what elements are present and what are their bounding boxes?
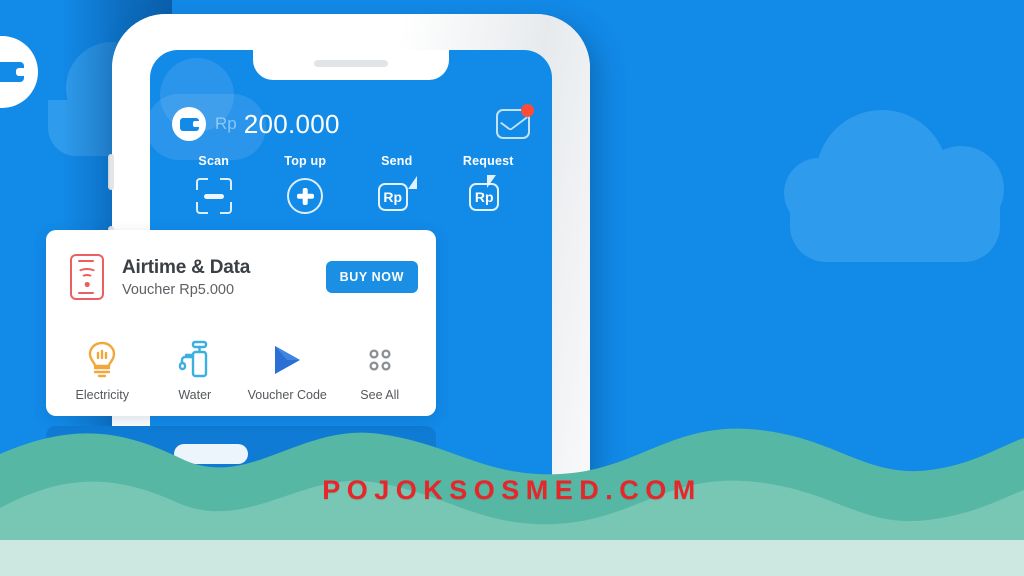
quick-action-request[interactable]: Request Rp	[443, 154, 535, 230]
quick-action-label: Request	[462, 154, 514, 168]
edge-wallet-glyph	[0, 62, 26, 82]
balance-row: Rp 200.000	[172, 104, 534, 144]
request-money-icon: Rp	[469, 175, 507, 215]
quick-action-topup[interactable]: Top up	[260, 154, 352, 230]
balance-amount: 200.000	[243, 108, 340, 139]
quick-action-scan[interactable]: Scan	[168, 154, 260, 230]
quick-actions-row: Scan Top up Send Rp Request Rp	[168, 154, 534, 230]
service-voucher-code[interactable]: Voucher Code	[241, 324, 334, 416]
currency-prefix: Rp	[215, 114, 237, 133]
quick-action-send[interactable]: Send Rp	[351, 154, 443, 230]
promo-card: Airtime & Data Voucher Rp5.000 BUY NOW E…	[46, 230, 436, 416]
service-label: Voucher Code	[247, 388, 327, 402]
service-label: Electricity	[75, 388, 129, 402]
phone-silent-switch[interactable]	[108, 154, 114, 190]
promo-card-header: Airtime & Data Voucher Rp5.000 BUY NOW	[46, 230, 436, 324]
buy-now-button[interactable]: BUY NOW	[325, 261, 418, 293]
wallet-glyph	[179, 117, 200, 131]
plus-circle-icon	[286, 177, 324, 215]
promo-text-block: Airtime & Data Voucher Rp5.000	[122, 257, 326, 298]
wallet-icon	[172, 107, 206, 141]
scan-icon	[195, 177, 233, 215]
bottom-mint-strip	[0, 540, 1024, 576]
promo-subtitle: Voucher Rp5.000	[122, 281, 235, 298]
unread-badge	[521, 104, 534, 117]
watermark: POJOKSOSMED.COM	[322, 475, 702, 505]
service-label: Water	[178, 388, 212, 402]
quick-action-label: Scan	[198, 154, 230, 168]
lightbulb-icon	[85, 338, 119, 382]
quick-action-label: Send	[381, 154, 413, 168]
mail-button[interactable]	[496, 104, 534, 139]
promo-title: Airtime & Data	[122, 256, 251, 278]
edge-wallet-badge-icon	[0, 36, 38, 108]
quick-action-label: Top up	[284, 154, 327, 168]
service-electricity[interactable]: Electricity	[56, 324, 149, 416]
play-triangle-icon	[269, 338, 305, 382]
service-label: See All	[360, 388, 400, 402]
faucet-icon	[177, 338, 213, 382]
sim-wifi-icon	[70, 254, 104, 300]
send-money-icon: Rp	[377, 176, 417, 215]
grid-dots-icon	[365, 338, 395, 382]
phone-notch	[253, 50, 449, 80]
service-water[interactable]: Water	[149, 324, 242, 416]
services-grid: Electricity Water Voucher Code See All	[46, 324, 436, 416]
service-see-all[interactable]: See All	[334, 324, 427, 416]
cloud-right	[790, 110, 1004, 262]
